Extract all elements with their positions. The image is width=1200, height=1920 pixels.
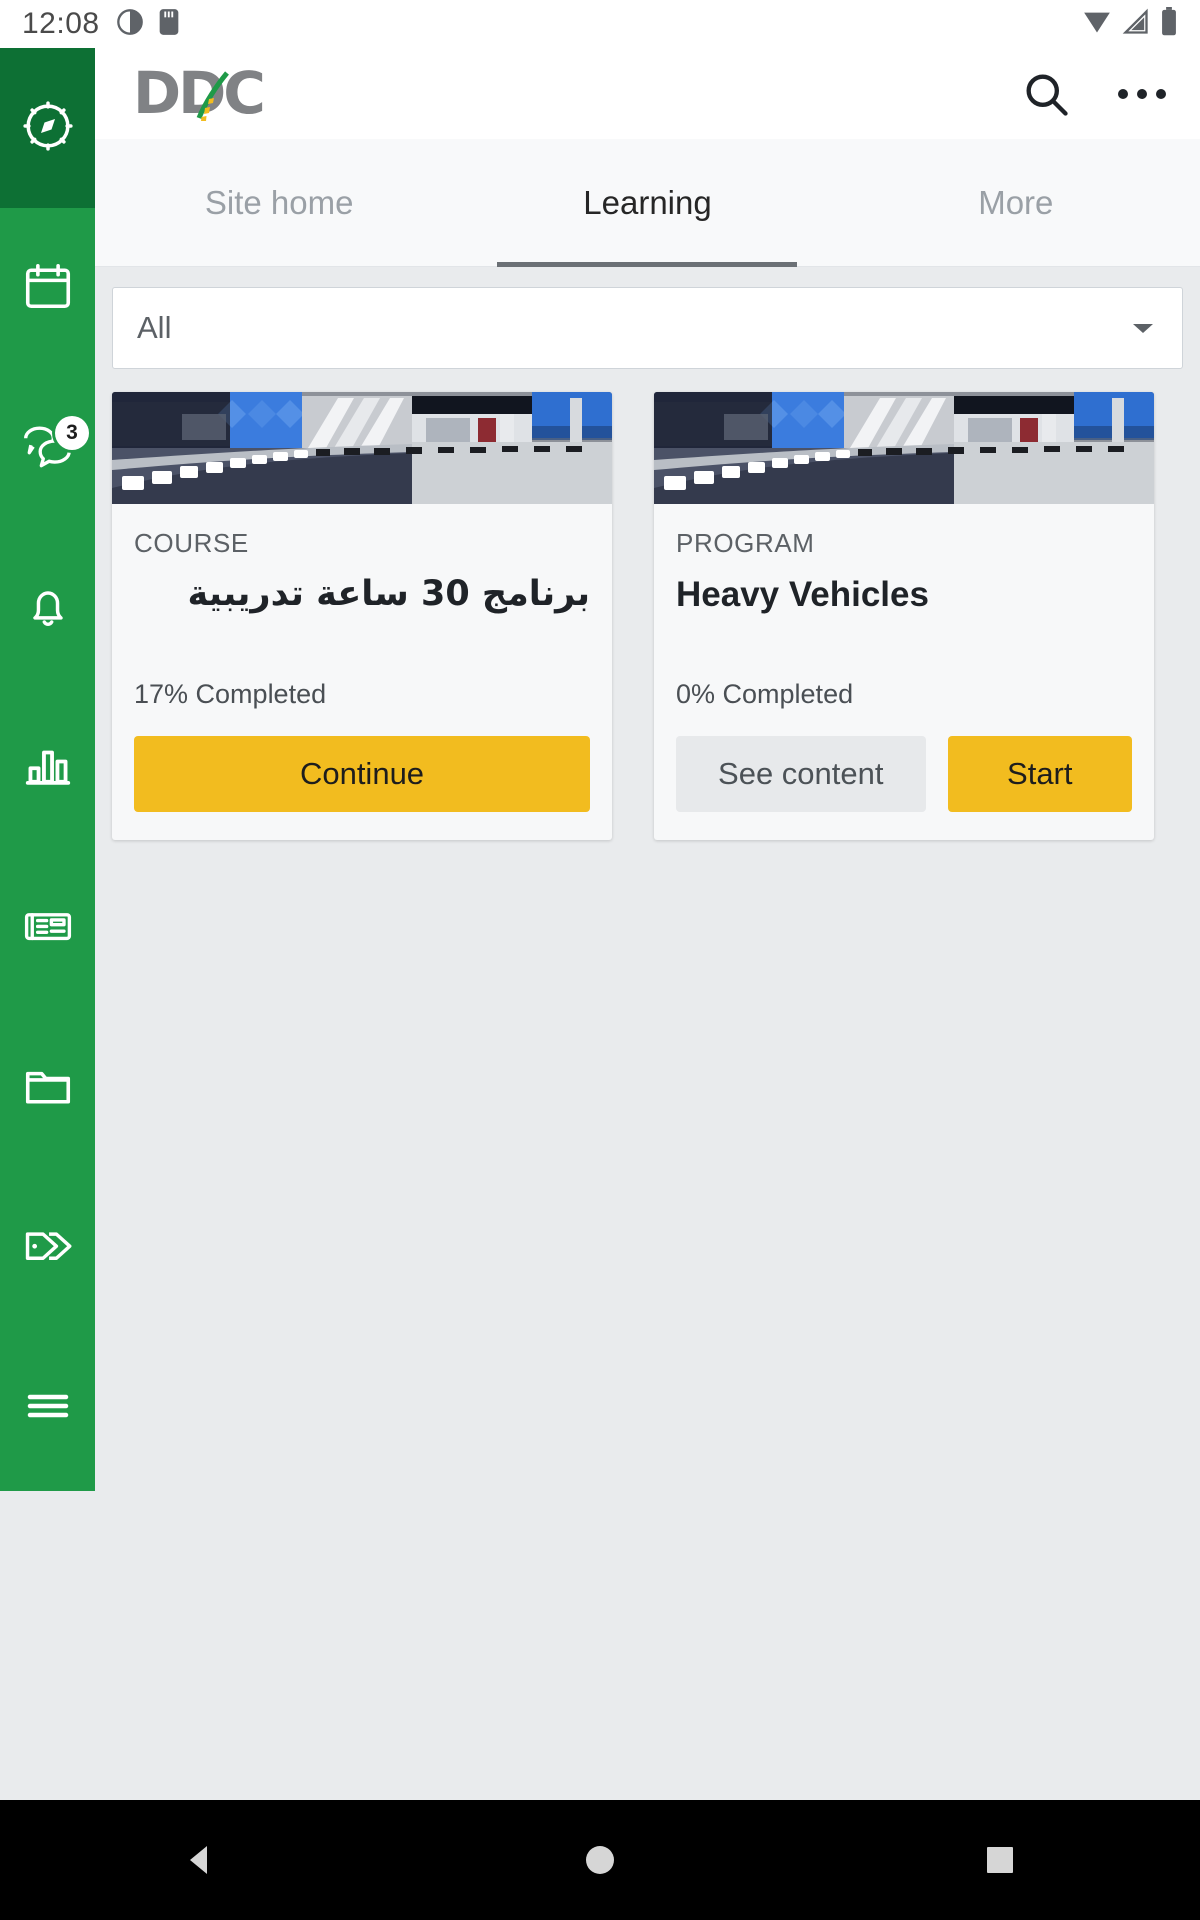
compass-icon — [20, 98, 76, 159]
hamburger-menu-icon — [21, 1379, 75, 1438]
sidebar-item-tags[interactable] — [0, 1168, 95, 1328]
course-card-title: Heavy Vehicles — [676, 575, 929, 614]
screenshot-icon — [116, 8, 144, 41]
course-card-kicker: PROGRAM — [676, 528, 815, 558]
sidebar-item-news[interactable] — [0, 848, 95, 1008]
app-header: DDC — [95, 48, 1200, 139]
tab-site-home[interactable]: Site home — [95, 139, 463, 267]
sidebar-item-reports[interactable] — [0, 688, 95, 848]
sidebar-item-compass[interactable] — [0, 48, 95, 208]
triangle-back-icon[interactable] — [181, 1841, 219, 1879]
square-recents-icon[interactable] — [981, 1841, 1019, 1879]
tags-icon — [20, 1218, 76, 1279]
wifi-icon — [1082, 8, 1112, 41]
course-card[interactable]: PROGRAM Heavy Vehicles 0% Completed See … — [654, 392, 1154, 840]
course-card-kicker: COURSE — [134, 528, 249, 558]
course-card[interactable]: COURSE برنامج 30 ساعة تدريبية 17% Comple… — [112, 392, 612, 840]
course-card-body: PROGRAM Heavy Vehicles 0% Completed See … — [654, 504, 1154, 840]
sidebar-rail: 3 — [0, 48, 95, 1491]
course-card-actions: Continue — [134, 736, 590, 812]
tab-learning[interactable]: Learning — [463, 139, 831, 267]
course-card-list: COURSE برنامج 30 ساعة تدريبية 17% Comple… — [112, 392, 1183, 840]
bell-icon — [22, 580, 74, 637]
brand-logo[interactable]: DDC — [133, 64, 266, 122]
search-icon[interactable] — [1020, 68, 1072, 120]
course-card-progress: 17% Completed — [134, 679, 327, 709]
android-nav-bar — [0, 1800, 1200, 1920]
app-root: 12:08 3 DDC Site home Learning More All … — [0, 0, 1200, 1920]
circle-home-icon[interactable] — [581, 1841, 619, 1879]
start-button[interactable]: Start — [947, 736, 1132, 812]
sidebar-item-calendar[interactable] — [0, 208, 95, 368]
course-card-actions: See content Start — [676, 736, 1132, 812]
folder-icon — [21, 1059, 75, 1118]
filter-dropdown[interactable]: All — [112, 287, 1183, 369]
messages-badge: 3 — [55, 416, 89, 450]
sidebar-item-messages[interactable]: 3 — [0, 368, 95, 528]
course-card-progress: 0% Completed — [676, 679, 854, 709]
chevron-down-icon — [1128, 310, 1158, 346]
more-options-icon[interactable] — [1116, 84, 1168, 104]
see-content-button[interactable]: See content — [676, 736, 926, 812]
tab-more[interactable]: More — [832, 139, 1200, 267]
course-card-title: برنامج 30 ساعة تدريبية — [187, 574, 590, 614]
tab-bar: Site home Learning More — [95, 139, 1200, 267]
continue-button[interactable]: Continue — [134, 736, 590, 812]
sidebar-item-menu[interactable] — [0, 1328, 95, 1488]
status-bar-left-icons — [116, 8, 180, 41]
sidebar-item-files[interactable] — [0, 1008, 95, 1168]
course-card-image — [112, 392, 612, 504]
newspaper-icon — [21, 899, 75, 958]
road-graphic-icon — [187, 69, 239, 126]
filter-dropdown-value: All — [137, 310, 172, 345]
calendar-icon — [21, 259, 75, 318]
learning-content: All COURSE برنامج 30 ساعة تدريبية 17% Co… — [95, 267, 1200, 1491]
sd-card-icon — [158, 8, 180, 41]
battery-icon — [1160, 6, 1178, 42]
course-card-image — [654, 392, 1154, 504]
course-card-body: COURSE برنامج 30 ساعة تدريبية 17% Comple… — [112, 504, 612, 840]
sidebar-item-notifications[interactable] — [0, 528, 95, 688]
bar-chart-icon — [21, 739, 75, 798]
cellular-signal-icon — [1121, 8, 1151, 41]
header-actions — [1020, 68, 1168, 120]
status-bar: 12:08 — [0, 0, 1200, 48]
status-bar-clock: 12:08 — [22, 7, 100, 40]
status-bar-right-icons — [1082, 6, 1178, 42]
